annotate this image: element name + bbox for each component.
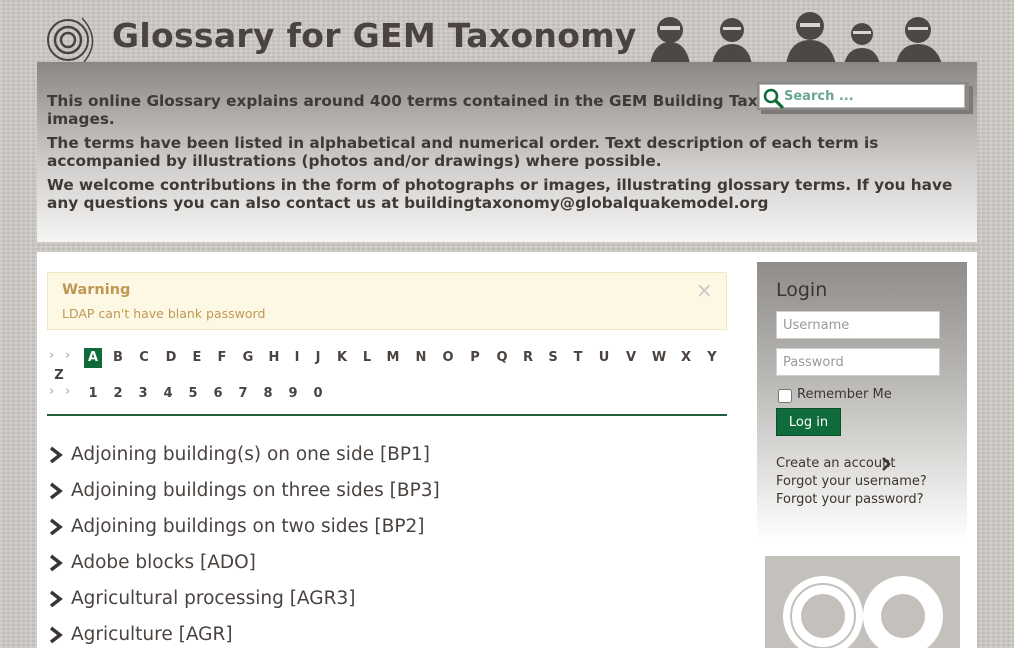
number-7[interactable]: 7 — [234, 384, 252, 404]
close-icon[interactable]: × — [696, 278, 713, 302]
site-title: Glossary for GEM Taxonomy — [112, 16, 637, 55]
chevron-right-icon — [882, 457, 891, 471]
term-label: Agriculture [AGR] — [71, 624, 233, 645]
number-6[interactable]: 6 — [209, 384, 227, 404]
gem-logo-rings-icon — [47, 17, 94, 63]
number-2[interactable]: 2 — [109, 384, 127, 404]
letter-c[interactable]: C — [135, 348, 153, 368]
letter-w[interactable]: W — [650, 348, 668, 368]
letter-r[interactable]: R — [519, 348, 537, 368]
oq-logo-icon — [765, 556, 960, 648]
forgot-password-link[interactable]: Forgot your password? — [776, 492, 924, 507]
remember-me-label: Remember Me — [797, 387, 892, 402]
chevron-right-icon — [49, 518, 63, 536]
letter-i[interactable]: I — [288, 348, 306, 368]
letter-l[interactable]: L — [358, 348, 376, 368]
alert-message: LDAP can't have blank password — [62, 306, 266, 321]
letter-z[interactable]: Z — [50, 366, 68, 386]
number-3[interactable]: 3 — [134, 384, 152, 404]
search-box — [757, 82, 969, 110]
username-field[interactable] — [776, 311, 940, 339]
letter-p[interactable]: P — [466, 348, 484, 368]
number-1[interactable]: 1 — [84, 384, 102, 404]
letter-k[interactable]: K — [333, 348, 351, 368]
term-label: Agricultural processing [AGR3] — [71, 588, 356, 609]
letter-e[interactable]: E — [188, 348, 206, 368]
first-page-icon[interactable]: › — [49, 384, 54, 399]
letter-x[interactable]: X — [677, 348, 695, 368]
number-4[interactable]: 4 — [159, 384, 177, 404]
letter-y[interactable]: Y — [703, 348, 721, 368]
letter-m[interactable]: M — [384, 348, 402, 368]
letter-o[interactable]: O — [439, 348, 457, 368]
login-button[interactable]: Log in — [776, 408, 841, 436]
term-label: Adjoining building(s) on one side [BP1] — [71, 444, 431, 465]
letter-d[interactable]: D — [162, 348, 180, 368]
login-module: Login Remember Me Log in Create an accou… — [757, 262, 967, 542]
term-label: Adjoining buildings on two sides [BP2] — [71, 516, 425, 537]
alert-title: Warning — [62, 282, 131, 298]
letter-j[interactable]: J — [309, 348, 327, 368]
letter-v[interactable]: V — [622, 348, 640, 368]
number-5[interactable]: 5 — [184, 384, 202, 404]
intro-paragraph: We welcome contributions in the form of … — [47, 176, 953, 212]
login-heading: Login — [776, 279, 828, 301]
letter-a[interactable]: A — [84, 348, 102, 368]
letter-b[interactable]: B — [109, 348, 127, 368]
previous-page-icon[interactable]: › — [65, 348, 70, 363]
main-content: Warning LDAP can't have blank password ×… — [37, 252, 977, 648]
search-input[interactable] — [784, 87, 962, 105]
term-label: Adobe blocks [ADO] — [71, 552, 256, 573]
forgot-username-link[interactable]: Forgot your username? — [776, 474, 927, 489]
chevron-right-icon — [49, 446, 63, 464]
chevron-right-icon — [49, 554, 63, 572]
people-banner-icon — [650, 12, 942, 64]
password-field[interactable] — [776, 348, 940, 376]
number-8[interactable]: 8 — [259, 384, 277, 404]
letter-g[interactable]: G — [239, 348, 257, 368]
letter-u[interactable]: U — [595, 348, 613, 368]
letter-q[interactable]: Q — [493, 348, 511, 368]
letter-t[interactable]: T — [569, 348, 587, 368]
previous-page-icon[interactable]: › — [65, 384, 70, 399]
chevron-right-icon — [49, 482, 63, 500]
create-account-link[interactable]: Create an account — [776, 456, 895, 471]
number-0[interactable]: 0 — [309, 384, 327, 404]
remember-me-checkbox[interactable] — [778, 389, 792, 403]
letter-h[interactable]: H — [265, 348, 283, 368]
letter-f[interactable]: F — [213, 348, 231, 368]
letter-s[interactable]: S — [544, 348, 562, 368]
warning-alert: Warning LDAP can't have blank password × — [47, 272, 727, 330]
letter-n[interactable]: N — [412, 348, 430, 368]
chevron-right-icon — [49, 590, 63, 608]
first-page-icon[interactable]: › — [49, 348, 54, 363]
search-field-wrapper — [759, 84, 965, 109]
intro-paragraph: The terms have been listed in alphabetic… — [47, 134, 879, 170]
term-label: Adjoining buildings on three sides [BP3] — [71, 480, 440, 501]
search-icon[interactable] — [762, 87, 784, 109]
alphabet-index: › › A B C D E F G H I J K L M N O P Q R … — [47, 348, 727, 416]
number-9[interactable]: 9 — [284, 384, 302, 404]
chevron-right-icon — [49, 626, 63, 644]
